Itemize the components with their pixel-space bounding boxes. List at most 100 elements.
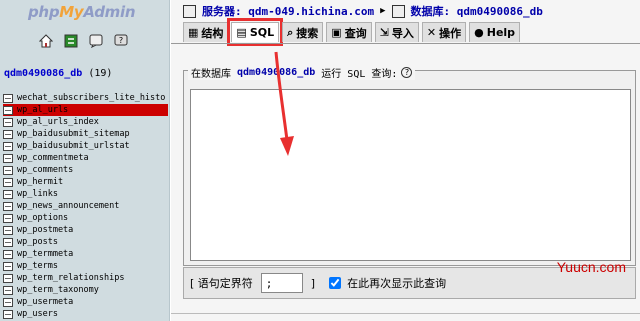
sidebar-table-item[interactable]: wp_hermit — [3, 176, 168, 188]
tab-structure[interactable]: ▦ 结构 — [183, 22, 229, 42]
table-name[interactable]: wp_usermeta — [17, 297, 73, 307]
table-icon[interactable] — [3, 165, 13, 175]
sidebar-table-item[interactable]: wp_comments — [3, 164, 168, 176]
table-name[interactable]: wp_news_announcement — [17, 201, 119, 211]
delimiter-input[interactable] — [260, 273, 303, 293]
table-name[interactable]: wechat_subscribers_lite_histo — [17, 93, 165, 103]
table-icon[interactable] — [3, 297, 13, 307]
table-name[interactable]: wp_terms — [17, 261, 58, 271]
table-icon[interactable] — [3, 225, 13, 235]
import-icon: ⇲ — [379, 26, 389, 39]
sidebar-table-item[interactable]: wp_links — [3, 188, 168, 200]
sidebar-table-item[interactable]: wp_al_urls — [3, 104, 168, 116]
help-icon[interactable]: ? — [401, 67, 413, 78]
table-icon[interactable] — [3, 261, 13, 271]
query-icon: ▣ — [331, 26, 342, 39]
refresh-icon[interactable] — [63, 33, 78, 48]
sidebar-table-item[interactable]: wp_users — [3, 308, 168, 320]
tab-query[interactable]: ▣ 查询 — [326, 22, 372, 42]
table-icon[interactable] — [3, 153, 13, 163]
show-query-again-label[interactable]: 在此再次显示此查询 — [347, 275, 446, 291]
server-icon — [183, 4, 196, 18]
sidebar-table-item[interactable]: wp_news_announcement — [3, 200, 168, 212]
query-window-icon[interactable] — [88, 33, 103, 48]
tab-bar: ▦ 结构 ▤ SQL ⌕ 搜索 ▣ 查询 ⇲ 导入 ✕ 操作 ● Help — [183, 18, 521, 46]
table-name[interactable]: wp_postmeta — [17, 225, 73, 235]
table-name[interactable]: wp_hermit — [17, 177, 63, 187]
tab-import[interactable]: ⇲ 导入 — [374, 22, 419, 42]
sidebar-table-item[interactable]: wp_term_relationships — [3, 272, 168, 284]
table-name[interactable]: wp_options — [17, 213, 68, 223]
table-icon[interactable] — [3, 201, 13, 211]
table-name[interactable]: wp_baidusubmit_sitemap — [17, 129, 130, 139]
table-icon[interactable] — [3, 117, 13, 127]
table-icon[interactable] — [3, 309, 13, 319]
sql-icon: ▤ — [236, 26, 247, 39]
docs-icon[interactable]: ? — [113, 33, 128, 48]
table-name[interactable]: wp_term_relationships — [17, 273, 124, 283]
delimiter-label: 语句定界符 — [197, 277, 253, 290]
database-link[interactable]: qdm0490086_db — [457, 5, 543, 18]
database-icon — [391, 4, 405, 18]
sidebar-table-item[interactable]: wp_options — [3, 212, 168, 224]
table-icon[interactable] — [3, 249, 13, 259]
bracket-open: [ — [190, 276, 195, 290]
table-name[interactable]: wp_baidusubmit_urlstat — [17, 141, 130, 151]
tab-search[interactable]: ⌕ 搜索 — [282, 22, 324, 42]
left-icon-bar: ? — [38, 33, 128, 48]
table-icon[interactable] — [3, 273, 13, 283]
tab-sql[interactable]: ▤ SQL — [227, 18, 284, 46]
tab-divider — [171, 43, 640, 44]
tab-operations[interactable]: ✕ 操作 — [421, 22, 467, 42]
structure-icon: ▦ — [188, 26, 199, 39]
breadcrumb-separator-icon: ▶ — [380, 6, 386, 16]
table-name[interactable]: wp_comments — [17, 165, 73, 175]
table-icon[interactable] — [3, 141, 13, 151]
table-icon[interactable] — [3, 93, 13, 103]
table-icon[interactable] — [3, 129, 13, 139]
table-icon[interactable] — [3, 105, 13, 115]
sidebar-db-title[interactable]: qdm0490086_db (19) — [4, 68, 112, 79]
table-icon[interactable] — [3, 285, 13, 295]
sidebar-table-item[interactable]: wp_term_taxonomy — [3, 284, 168, 296]
sql-query-textarea[interactable] — [190, 89, 631, 261]
footer-divider — [171, 313, 640, 314]
tab-help[interactable]: ● Help — [469, 22, 521, 42]
operations-icon: ✕ — [426, 26, 437, 39]
sidebar-table-item[interactable]: wp_al_urls_index — [3, 116, 168, 128]
sidebar-table-item[interactable]: wp_terms — [3, 260, 168, 272]
sidebar-table-item[interactable]: wp_baidusubmit_sitemap — [3, 128, 168, 140]
sidebar-table-item[interactable]: wp_commentmeta — [3, 152, 168, 164]
table-name[interactable]: wp_posts — [17, 237, 58, 247]
sidebar-table-item[interactable]: wp_usermeta — [3, 296, 168, 308]
navigation-frame: phpMyAdmin ? qdm0490086_db (19) wechat_s… — [0, 0, 170, 321]
help-icon: ● — [474, 26, 484, 39]
phpmyadmin-logo[interactable]: phpMyAdmin — [28, 3, 136, 21]
svg-text:?: ? — [118, 36, 122, 45]
table-name[interactable]: wp_links — [17, 189, 58, 199]
sidebar-table-item[interactable]: wp_baidusubmit_urlstat — [3, 140, 168, 152]
table-icon[interactable] — [3, 189, 13, 199]
table-icon[interactable] — [3, 237, 13, 247]
table-icon[interactable] — [3, 177, 13, 187]
main-frame: 服务器: qdm-049.hichina.com ▶ 数据库: qdm04900… — [171, 0, 640, 321]
table-name[interactable]: wp_term_taxonomy — [17, 285, 99, 295]
sidebar-table-item[interactable]: wp_posts — [3, 236, 168, 248]
show-query-again-checkbox[interactable] — [329, 277, 342, 289]
legend-db-link[interactable]: qdm0490086_db — [237, 67, 315, 78]
table-name[interactable]: wp_al_urls — [17, 105, 68, 115]
table-list: wechat_subscribers_lite_histo wp_al_urlsw… — [3, 92, 168, 320]
sidebar-table-item[interactable]: wechat_subscribers_lite_histo — [3, 92, 168, 104]
table-name[interactable]: wp_commentmeta — [17, 153, 89, 163]
server-link[interactable]: qdm-049.hichina.com — [248, 5, 374, 18]
table-name[interactable]: wp_termmeta — [17, 249, 73, 259]
search-icon: ⌕ — [287, 25, 294, 39]
home-icon[interactable] — [38, 33, 53, 48]
table-name[interactable]: wp_al_urls_index — [17, 117, 99, 127]
sidebar-table-item[interactable]: wp_termmeta — [3, 248, 168, 260]
sidebar-table-item[interactable]: wp_postmeta — [3, 224, 168, 236]
bracket-close: ] — [310, 276, 316, 290]
sql-query-fieldset: 在数据库 qdm0490086_db 运行 SQL 查询: ? — [183, 65, 636, 266]
table-icon[interactable] — [3, 213, 13, 223]
table-name[interactable]: wp_users — [17, 309, 58, 319]
